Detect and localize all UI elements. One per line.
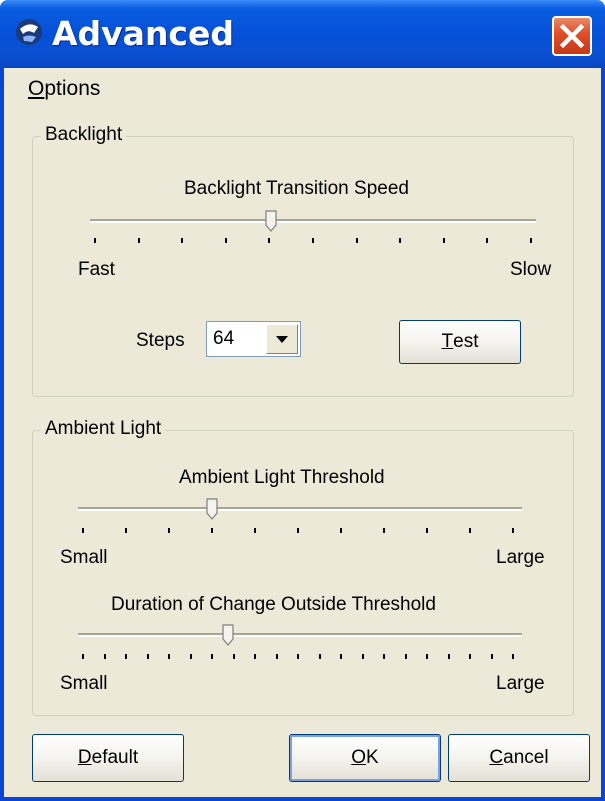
duration-max-label: Large [496,673,545,694]
threshold-max-label: Large [496,547,545,568]
steps-dropdown[interactable]: 64 [206,321,301,357]
menu-options[interactable]: Options [28,77,100,101]
slider-track [90,219,536,223]
slider-tick [362,654,364,659]
slider-ticks [82,528,514,534]
close-icon [559,23,585,49]
close-button[interactable] [552,16,592,56]
slider-tick [104,654,106,659]
slider-tick [181,238,183,243]
backlight-slider-label: Backlight Transition Speed [184,178,409,199]
slider-tick [147,654,149,659]
backlight-group-label: Backlight [41,124,127,146]
slider-tick [530,238,532,243]
test-button[interactable]: Test [399,320,521,364]
slider-tick [319,654,321,659]
slider-tick [356,238,358,243]
slider-track [78,633,522,637]
slider-tick [297,654,299,659]
slider-tick [340,654,342,659]
slider-track [78,507,522,511]
slider-thumb[interactable] [206,498,218,520]
slider-tick [276,654,278,659]
slider-tick [268,238,270,243]
slider-tick [168,528,170,533]
default-button[interactable]: Default [32,734,184,782]
slider-tick [168,654,170,659]
window-title: Advanced [52,14,234,53]
slider-tick [211,654,213,659]
slider-tick [486,238,488,243]
cancel-button-mnemonic: C [489,747,504,768]
slider-ticks [82,654,514,660]
default-button-mnemonic: D [77,747,92,768]
menu-options-mnemonic: O [28,77,45,100]
slider-tick [469,654,471,659]
slider-thumb[interactable] [222,624,234,646]
menu-bar: Options [4,68,601,108]
backlight-transition-slider[interactable] [84,200,544,260]
slider-tick [138,238,140,243]
ok-button[interactable]: OK [289,734,441,782]
title-bar[interactable]: Advanced [0,0,605,68]
steps-label: Steps [136,330,185,351]
slider-tick [340,528,342,533]
slider-tick [94,238,96,243]
test-button-label: est [453,331,479,352]
backlight-max-label: Slow [510,259,552,280]
ambient-light-group-label: Ambient Light [41,418,166,440]
steps-value: 64 [213,328,235,349]
slider-tick [297,528,299,533]
slider-tick [443,238,445,243]
slider-tick [225,238,227,243]
ok-button-label: K [366,747,379,768]
dropdown-button[interactable] [266,324,298,354]
slider-tick [469,528,471,533]
slider-tick [399,238,401,243]
slider-tick [190,654,192,659]
slider-tick [254,528,256,533]
default-button-label: efault [91,747,139,768]
slider-tick [491,654,493,659]
slider-tick [512,654,514,659]
threshold-slider-label: Ambient Light Threshold [179,467,385,488]
app-icon [16,19,42,45]
ambient-threshold-slider[interactable] [72,490,528,550]
slider-tick [82,654,84,659]
backlight-min-label: Fast [78,259,115,280]
advanced-dialog: Advanced Options Backlight Backlight Tra… [0,0,605,801]
slider-tick [254,654,256,659]
slider-tick [426,654,428,659]
chevron-down-icon [276,336,288,343]
slider-tick [82,528,84,533]
threshold-min-label: Small [60,547,108,568]
slider-tick [383,654,385,659]
slider-tick [383,528,385,533]
slider-tick [405,654,407,659]
menu-options-label: ptions [44,77,101,100]
slider-tick [125,654,127,659]
slider-tick [211,528,213,533]
slider-tick [312,238,314,243]
slider-tick [125,528,127,533]
slider-tick [426,528,428,533]
slider-thumb[interactable] [265,210,277,232]
cancel-button-label: ancel [503,747,549,768]
slider-tick [448,654,450,659]
slider-tick [512,528,514,533]
ok-button-mnemonic: O [351,747,367,768]
slider-ticks [94,238,532,244]
cancel-button[interactable]: Cancel [448,734,590,782]
duration-slider[interactable] [72,616,528,676]
duration-min-label: Small [60,673,108,694]
slider-tick [233,654,235,659]
test-button-mnemonic: T [441,331,454,352]
duration-slider-label: Duration of Change Outside Threshold [111,594,436,615]
